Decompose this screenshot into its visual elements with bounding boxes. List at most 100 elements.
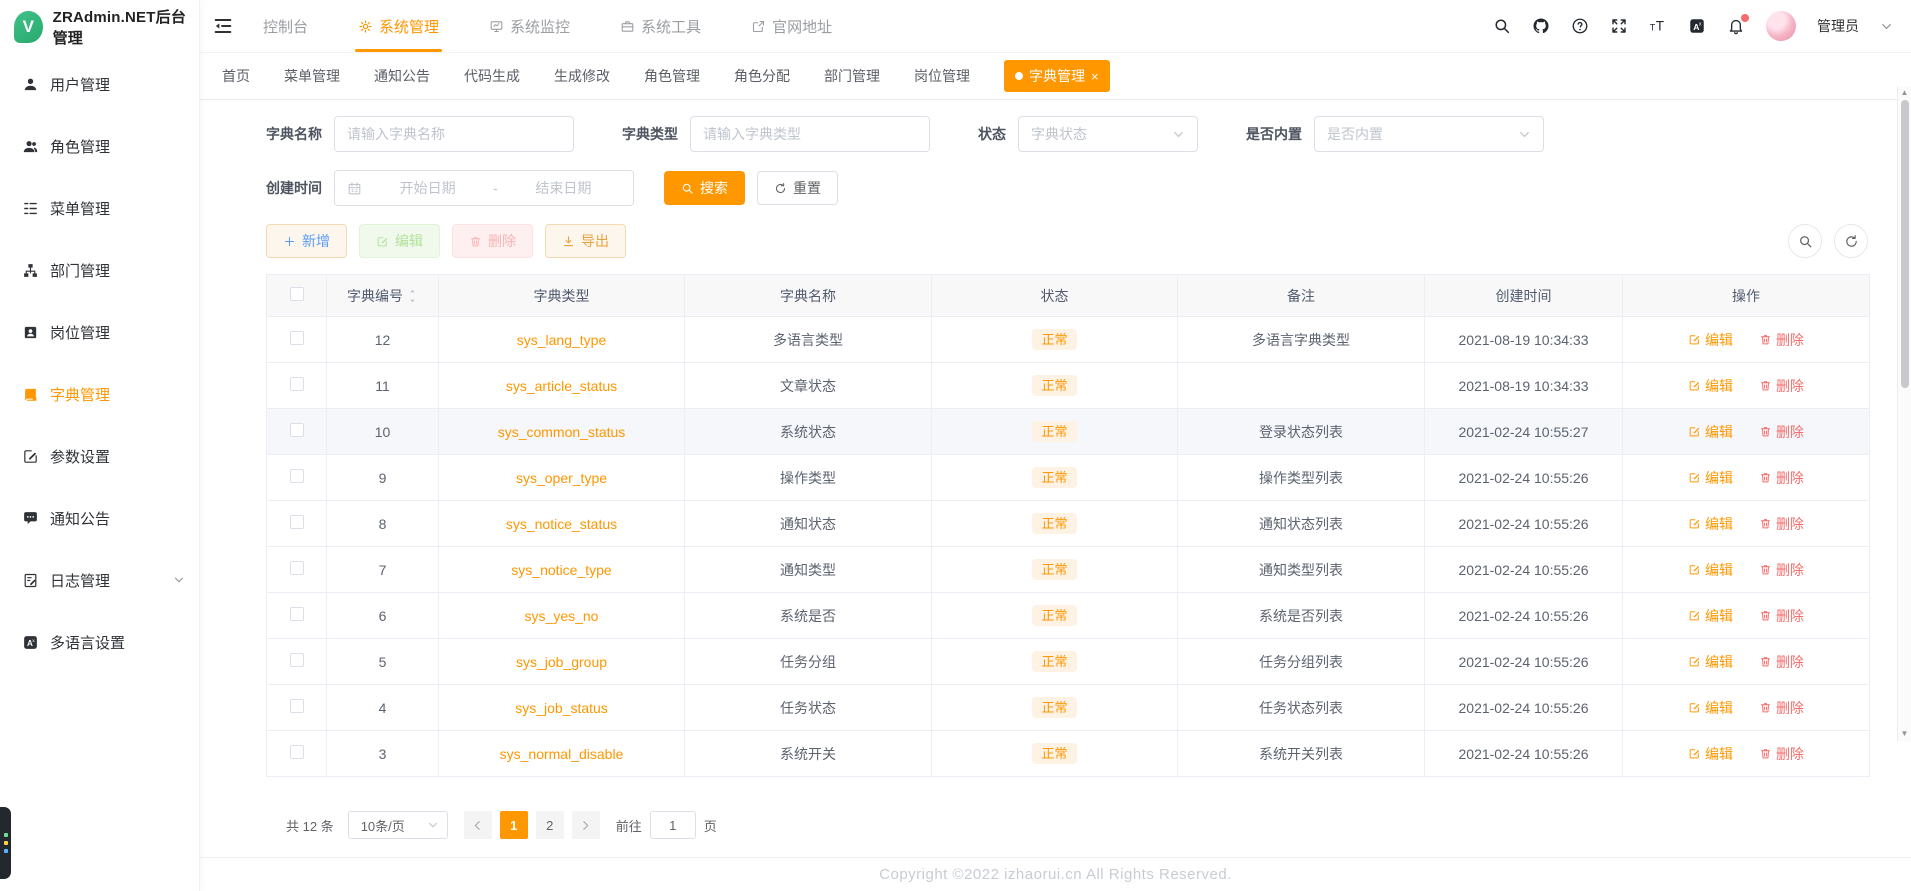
dict-name-input[interactable]: [347, 126, 561, 142]
row-delete-link[interactable]: 删除: [1759, 330, 1804, 350]
sidebar-menu-item[interactable]: 用户管理: [0, 53, 199, 115]
row-edit-link[interactable]: 编辑: [1688, 560, 1733, 580]
dict-type-link[interactable]: sys_yes_no: [525, 608, 599, 624]
page-tab[interactable]: 代码生成: [464, 66, 520, 86]
top-nav-item[interactable]: 系统工具: [617, 0, 704, 52]
scroll-up-arrow-icon[interactable]: ▲: [1901, 86, 1909, 100]
export-button[interactable]: 导出: [545, 224, 626, 258]
sidebar-menu-item[interactable]: 岗位管理: [0, 301, 199, 363]
page-tab[interactable]: 岗位管理: [914, 66, 970, 86]
show-search-toggle-button[interactable]: [1788, 224, 1822, 258]
row-edit-link[interactable]: 编辑: [1688, 514, 1733, 534]
row-delete-link[interactable]: 删除: [1759, 652, 1804, 672]
top-nav-item[interactable]: 系统管理: [355, 0, 443, 52]
sidebar-menu-item[interactable]: 部门管理: [0, 239, 199, 301]
dict-type-link[interactable]: sys_article_status: [506, 378, 617, 394]
dict-type-link[interactable]: sys_normal_disable: [500, 746, 624, 762]
github-icon[interactable]: [1532, 17, 1550, 35]
row-edit-link[interactable]: 编辑: [1688, 330, 1733, 350]
app-logo-row[interactable]: V ZRAdmin.NET后台管理: [0, 0, 199, 53]
builtin-select[interactable]: 是否内置: [1314, 116, 1544, 152]
top-nav-item[interactable]: 系统监控: [486, 0, 573, 52]
avatar[interactable]: [1766, 11, 1796, 41]
row-edit-link[interactable]: 编辑: [1688, 468, 1733, 488]
translate-icon[interactable]: [1688, 17, 1706, 35]
page-number-button[interactable]: 2: [535, 811, 564, 839]
sidebar-menu-item[interactable]: 菜单管理: [0, 177, 199, 239]
refresh-table-button[interactable]: [1834, 224, 1868, 258]
delete-button[interactable]: 删除: [452, 224, 533, 258]
row-checkbox[interactable]: [289, 607, 304, 621]
row-edit-link[interactable]: 编辑: [1688, 606, 1733, 626]
row-edit-link[interactable]: 编辑: [1688, 652, 1733, 672]
row-delete-link[interactable]: 删除: [1759, 468, 1804, 488]
scroll-down-arrow-icon[interactable]: ▼: [1901, 727, 1909, 741]
row-edit-link[interactable]: 编辑: [1688, 698, 1733, 718]
dict-type-link[interactable]: sys_job_group: [516, 654, 607, 670]
row-edit-link[interactable]: 编辑: [1688, 744, 1733, 764]
font-size-icon[interactable]: [1649, 17, 1667, 35]
page-tab[interactable]: 角色分配: [734, 66, 790, 86]
status-select[interactable]: 字典状态: [1018, 116, 1198, 152]
floating-widget-handle[interactable]: [0, 807, 11, 879]
top-nav-item[interactable]: 控制台: [260, 0, 311, 52]
row-delete-link[interactable]: 删除: [1759, 606, 1804, 626]
close-icon[interactable]: ×: [1091, 69, 1099, 84]
select-all-checkbox[interactable]: [289, 287, 304, 301]
dict-type-link[interactable]: sys_oper_type: [516, 470, 607, 486]
row-checkbox[interactable]: [289, 469, 304, 483]
tab-dict-management-active[interactable]: 字典管理 ×: [1004, 60, 1110, 92]
sidebar-menu-item[interactable]: 角色管理: [0, 115, 199, 177]
dict-type-link[interactable]: sys_lang_type: [517, 332, 607, 348]
scrollbar-thumb[interactable]: [1900, 100, 1909, 388]
row-delete-link[interactable]: 删除: [1759, 744, 1804, 764]
page-tab[interactable]: 菜单管理: [284, 66, 340, 86]
row-checkbox[interactable]: [289, 561, 304, 575]
column-header[interactable]: 字典名称: [684, 274, 932, 317]
chevron-down-icon[interactable]: [1880, 20, 1893, 33]
row-checkbox[interactable]: [289, 377, 304, 391]
page-tab[interactable]: 角色管理: [644, 66, 700, 86]
bell-icon[interactable]: [1727, 14, 1749, 35]
row-delete-link[interactable]: 删除: [1759, 514, 1804, 534]
dict-type-link[interactable]: sys_common_status: [498, 424, 626, 440]
page-tab[interactable]: 部门管理: [824, 66, 880, 86]
row-edit-link[interactable]: 编辑: [1688, 376, 1733, 396]
dict-type-link[interactable]: sys_job_status: [515, 700, 608, 716]
row-delete-link[interactable]: 删除: [1759, 560, 1804, 580]
row-checkbox[interactable]: [289, 331, 304, 345]
search-icon[interactable]: [1493, 17, 1511, 35]
top-nav-item[interactable]: 官网地址: [748, 0, 835, 52]
fullscreen-icon[interactable]: [1610, 17, 1628, 35]
edit-button[interactable]: 编辑: [359, 224, 440, 258]
sidebar-menu-item[interactable]: 字典管理: [0, 363, 199, 425]
column-header[interactable]: 字典编号: [326, 274, 439, 317]
start-date-placeholder[interactable]: 开始日期: [370, 178, 485, 198]
sidebar-menu-item[interactable]: 参数设置: [0, 425, 199, 487]
goto-page-input[interactable]: [649, 811, 696, 839]
reset-button[interactable]: 重置: [757, 171, 838, 205]
sort-caret-icon[interactable]: [407, 288, 418, 304]
dict-type-input[interactable]: [703, 126, 917, 142]
page-tab[interactable]: 首页: [222, 66, 250, 86]
search-button[interactable]: 搜索: [664, 171, 745, 205]
row-checkbox[interactable]: [289, 423, 304, 437]
sidebar-menu-item[interactable]: 多语言设置: [0, 611, 199, 673]
prev-page-button[interactable]: [463, 811, 492, 839]
dict-type-link[interactable]: sys_notice_type: [511, 562, 611, 578]
sidebar-menu-item[interactable]: 日志管理: [0, 549, 199, 611]
sidebar-menu-item[interactable]: 通知公告: [0, 487, 199, 549]
column-header[interactable]: 字典类型: [438, 274, 685, 317]
row-delete-link[interactable]: 删除: [1759, 422, 1804, 442]
row-checkbox[interactable]: [289, 699, 304, 713]
column-header[interactable]: 操作: [1622, 274, 1870, 317]
row-checkbox[interactable]: [289, 515, 304, 529]
vertical-scrollbar[interactable]: ▲ ▼: [1897, 86, 1911, 741]
column-header[interactable]: 备注: [1177, 274, 1425, 317]
row-checkbox[interactable]: [289, 653, 304, 667]
column-header[interactable]: 状态: [931, 274, 1178, 317]
row-delete-link[interactable]: 删除: [1759, 698, 1804, 718]
next-page-button[interactable]: [571, 811, 600, 839]
row-delete-link[interactable]: 删除: [1759, 376, 1804, 396]
add-button[interactable]: 新增: [266, 224, 347, 258]
